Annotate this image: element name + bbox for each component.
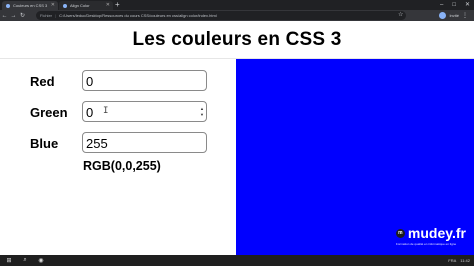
scheme-label: Fichier bbox=[40, 13, 53, 18]
green-input[interactable]: 0 I ▲ ▼ bbox=[82, 101, 207, 122]
reload-button[interactable]: ↻ bbox=[18, 12, 27, 19]
spin-arrows-icon[interactable]: ▲ ▼ bbox=[200, 106, 204, 117]
window-controls: – □ ✕ bbox=[440, 0, 470, 10]
minimize-button[interactable]: – bbox=[440, 0, 443, 10]
watermark: m mudey.fr Formation de qualité en infor… bbox=[395, 225, 466, 246]
blue-input[interactable]: 255 bbox=[82, 132, 207, 153]
menu-icon[interactable]: ⋮ bbox=[462, 12, 468, 19]
stepper-down[interactable]: ▼ bbox=[200, 112, 204, 117]
red-value: 0 bbox=[86, 73, 94, 89]
page-header: Les couleurs en CSS 3 bbox=[0, 21, 474, 59]
globe-icon bbox=[6, 3, 10, 8]
windows-logo-icon[interactable]: ⊞ bbox=[2, 256, 16, 265]
address-bar[interactable]: Fichier | C:/Users/leduc/Desktop/Ressour… bbox=[36, 11, 406, 20]
bookmark-star-icon[interactable]: ☆ bbox=[398, 11, 403, 18]
profile-name[interactable]: Invité bbox=[449, 13, 459, 18]
red-input[interactable]: 0 bbox=[82, 70, 207, 91]
watermark-name: mudey.fr bbox=[407, 225, 466, 241]
tab-label: Align Color bbox=[70, 3, 90, 8]
web-page: Les couleurs en CSS 3 Red 0 Green 0 I ▲ … bbox=[0, 21, 474, 255]
tab-align-color[interactable]: Align Color ✕ bbox=[59, 1, 113, 10]
watermark-tagline: Formation de qualité en informatique en … bbox=[395, 242, 457, 246]
browser-toolbar: ← → ↻ Fichier | C:/Users/leduc/Desktop/R… bbox=[0, 10, 474, 21]
browser-app-icon[interactable]: ◉ bbox=[34, 256, 48, 265]
clock[interactable]: 11:42 bbox=[460, 258, 470, 263]
screenshot: Couleurs en CSS 3 ✕ Align Color ✕ + – □ … bbox=[0, 0, 474, 266]
rgb-readout: RGB(0,0,255) bbox=[83, 159, 161, 173]
color-controls: Red 0 Green 0 I ▲ ▼ Blue 255 RGB(0,0,255… bbox=[0, 59, 236, 255]
page-title: Les couleurs en CSS 3 bbox=[132, 28, 342, 50]
profile-area: Invité ⋮ bbox=[439, 10, 468, 21]
close-icon[interactable]: ✕ bbox=[51, 2, 55, 8]
red-row: Red 0 bbox=[30, 70, 208, 93]
tab-label: Couleurs en CSS 3 bbox=[13, 3, 48, 8]
text-cursor-icon: I bbox=[103, 106, 109, 116]
forward-button[interactable]: → bbox=[9, 13, 18, 19]
address-url: C:/Users/leduc/Desktop/Ressources du cou… bbox=[59, 13, 217, 18]
close-icon[interactable]: ✕ bbox=[106, 2, 110, 8]
blue-label: Blue bbox=[30, 136, 59, 151]
maximize-button[interactable]: □ bbox=[452, 0, 456, 10]
avatar[interactable] bbox=[439, 12, 447, 19]
browser-tab-bar: Couleurs en CSS 3 ✕ Align Color ✕ + – □ … bbox=[0, 0, 474, 10]
green-row: Green 0 I ▲ ▼ bbox=[30, 101, 208, 124]
tab-couleurs[interactable]: Couleurs en CSS 3 ✕ bbox=[2, 1, 58, 10]
system-tray: FRA 11:42 bbox=[448, 255, 470, 266]
mudey-logo-icon: m bbox=[395, 228, 405, 238]
close-window-button[interactable]: ✕ bbox=[465, 0, 470, 10]
language-indicator[interactable]: FRA bbox=[448, 258, 456, 263]
red-label: Red bbox=[30, 74, 55, 89]
back-button[interactable]: ← bbox=[0, 13, 9, 19]
new-tab-button[interactable]: + bbox=[115, 0, 120, 10]
taskbar: ⊞ ⌕ ◉ FRA 11:42 bbox=[0, 255, 474, 266]
globe-icon bbox=[63, 3, 67, 8]
address-separator: | bbox=[55, 13, 57, 18]
search-icon[interactable]: ⌕ bbox=[18, 256, 32, 265]
color-preview: m mudey.fr Formation de qualité en infor… bbox=[236, 59, 474, 255]
stepper-up[interactable]: ▲ bbox=[200, 106, 204, 111]
green-label: Green bbox=[30, 105, 68, 120]
blue-row: Blue 255 bbox=[30, 132, 208, 155]
green-value: 0 bbox=[86, 104, 94, 120]
blue-value: 255 bbox=[86, 135, 108, 151]
